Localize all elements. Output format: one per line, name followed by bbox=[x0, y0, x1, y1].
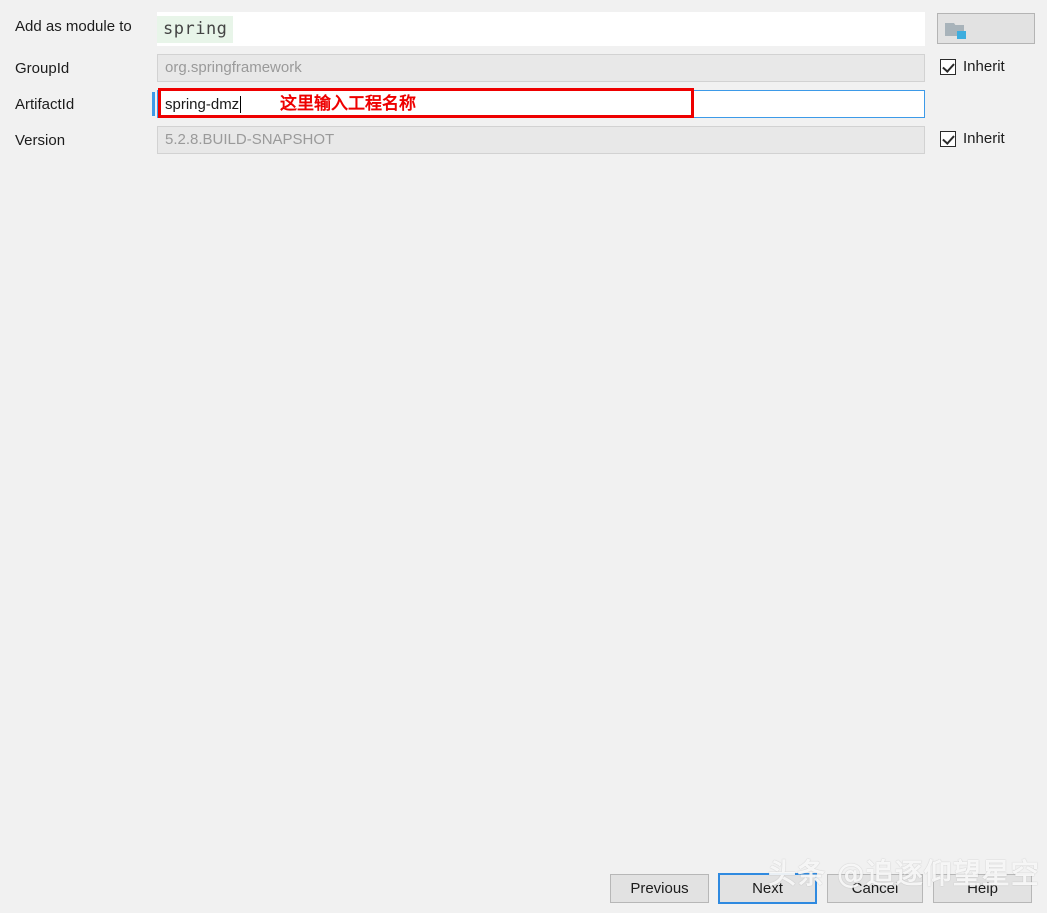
form-row-add-as-module: Add as module to spring bbox=[0, 12, 1047, 46]
text-caret bbox=[240, 95, 242, 113]
artifactid-value: spring-dmz bbox=[165, 95, 240, 113]
browse-location-button[interactable] bbox=[937, 13, 1035, 44]
groupid-input[interactable]: org.springframework bbox=[157, 54, 925, 82]
previous-button[interactable]: Previous bbox=[610, 874, 709, 903]
label-add-as-module: Add as module to bbox=[15, 18, 132, 35]
artifactid-input[interactable]: spring-dmz bbox=[157, 90, 925, 118]
add-as-module-value: spring bbox=[157, 15, 234, 43]
form-row-artifactid: ArtifactId spring-dmz bbox=[0, 90, 1047, 120]
label-groupid: GroupId bbox=[15, 60, 70, 77]
next-button[interactable]: Next bbox=[718, 873, 817, 904]
inherit-version-checkbox[interactable] bbox=[940, 130, 956, 147]
inherit-groupid-row[interactable]: Inherit bbox=[940, 58, 1005, 75]
inherit-groupid-checkbox[interactable] bbox=[940, 58, 956, 75]
annotation-text: 这里输入工程名称 bbox=[280, 94, 416, 114]
cancel-button[interactable]: Cancel bbox=[827, 874, 923, 903]
new-module-dialog: Add as module to spring GroupId org.spri… bbox=[0, 0, 1047, 913]
form-row-groupid: GroupId org.springframework bbox=[0, 54, 1047, 84]
folder-icon bbox=[945, 23, 966, 39]
version-input[interactable]: 5.2.8.BUILD-SNAPSHOT bbox=[157, 126, 925, 154]
inherit-version-row[interactable]: Inherit bbox=[940, 130, 1005, 147]
artifactid-focus-indicator bbox=[152, 92, 155, 116]
inherit-version-label: Inherit bbox=[963, 130, 1005, 147]
inherit-groupid-label: Inherit bbox=[963, 58, 1005, 75]
help-button[interactable]: Help bbox=[933, 874, 1032, 903]
form-row-version: Version 5.2.8.BUILD-SNAPSHOT bbox=[0, 126, 1047, 156]
add-as-module-field[interactable]: spring bbox=[157, 12, 925, 46]
label-version: Version bbox=[15, 132, 66, 149]
label-artifactid: ArtifactId bbox=[15, 96, 75, 113]
